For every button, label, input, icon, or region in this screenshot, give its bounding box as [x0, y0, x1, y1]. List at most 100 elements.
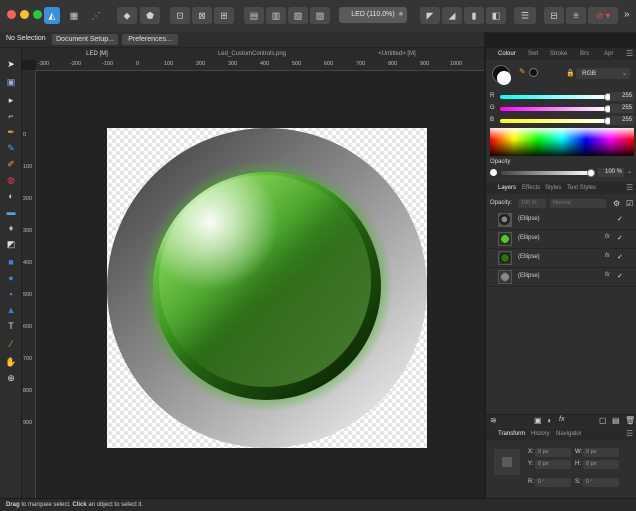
w-field[interactable]: 0 px	[583, 448, 619, 457]
x-field[interactable]: 0 px	[535, 448, 571, 457]
tab-effects[interactable]: Effects	[522, 185, 540, 191]
export-persona-icon[interactable]: ⋰	[88, 7, 104, 24]
tab-colour[interactable]: Colour	[498, 51, 516, 57]
fx-icon[interactable]: fx	[605, 234, 610, 240]
tab-layers[interactable]: Layers	[498, 185, 516, 191]
tab-appearance[interactable]: Apr	[604, 51, 613, 57]
place-image-tool-icon[interactable]: ▬	[5, 206, 17, 218]
opacity-slider-knob[interactable]	[587, 169, 595, 177]
layer-visibility-check[interactable]: ✓	[617, 234, 623, 242]
blend-mode-select[interactable]: Normal	[550, 199, 606, 208]
panel-menu-icon[interactable]: ☰	[626, 49, 633, 58]
artboard-tool-icon[interactable]: ▣	[5, 76, 17, 88]
hand-tool-icon[interactable]: ✋	[5, 356, 17, 368]
colour-spectrum[interactable]	[490, 128, 634, 156]
triangle-tool-icon[interactable]: ▲	[5, 304, 17, 316]
delete-layer-icon[interactable]: 🗑	[625, 416, 635, 425]
document-icon[interactable]: ◆	[117, 7, 137, 24]
panel-menu-icon[interactable]: ☰	[626, 183, 633, 192]
anchor-point-selector[interactable]	[494, 449, 520, 475]
tab-navigator[interactable]: Navigator	[556, 431, 582, 437]
tab-stroke[interactable]: Stroke	[550, 51, 567, 57]
layer-visibility-check[interactable]: ✓	[617, 253, 623, 261]
snapping-icon[interactable]: ⊟	[544, 7, 564, 24]
led-artwork[interactable]	[36, 71, 484, 498]
brush-tool-icon[interactable]: ✐	[5, 158, 17, 170]
grid-icon[interactable]: ≡	[566, 7, 586, 24]
y-field[interactable]: 0 px	[535, 460, 571, 469]
zoom-window-button[interactable]	[33, 10, 42, 19]
green-slider[interactable]	[500, 105, 612, 113]
ellipse-tool-icon[interactable]: ●	[5, 272, 17, 284]
align-left-icon[interactable]: ◤	[420, 7, 440, 24]
group-icon[interactable]: ▤	[612, 416, 620, 425]
fx-icon[interactable]: fx	[605, 253, 610, 259]
panel-menu-icon[interactable]: ☰	[626, 429, 633, 438]
preferences-icon[interactable]: ⬟	[140, 7, 160, 24]
tab-brushes[interactable]: Brs	[580, 51, 589, 57]
star-icon[interactable]: ★	[398, 7, 404, 23]
node-tool-icon[interactable]: ▸	[5, 94, 17, 106]
h-field[interactable]: 0 px	[583, 460, 619, 469]
fx-icon[interactable]: fx	[605, 272, 610, 278]
magnet-icon[interactable]: ⊘ ▾	[588, 7, 618, 24]
tab-swatches[interactable]: Swt	[528, 51, 538, 57]
canvas-area[interactable]	[36, 71, 484, 498]
move-back-icon[interactable]: ▥	[266, 7, 286, 24]
layer-visibility-check[interactable]: ✓	[617, 215, 623, 223]
opacity-value[interactable]: 100 %	[598, 168, 624, 177]
layer-opacity-field[interactable]: 100 %	[518, 199, 546, 208]
blue-slider[interactable]	[500, 117, 612, 125]
blue-value[interactable]: 255	[610, 116, 634, 125]
transparency-tool-icon[interactable]: ◐	[5, 190, 17, 202]
tab-history[interactable]: History	[531, 431, 550, 437]
fx-button-icon[interactable]: fx	[559, 416, 564, 423]
tab-led-custom-controls[interactable]: Led_CustomControls.png	[207, 48, 297, 60]
transform-objects-icon[interactable]: ⊠	[192, 7, 212, 24]
layer-visibility-check[interactable]: ✓	[617, 272, 623, 280]
text-tool-icon[interactable]: T	[5, 320, 17, 332]
pixel-persona-icon[interactable]: ▦	[66, 7, 82, 24]
visibility-check-icon[interactable]: ☑	[626, 199, 633, 208]
distribute-icon[interactable]: ▨	[310, 7, 330, 24]
red-slider[interactable]	[500, 93, 612, 101]
app-logo-icon[interactable]: ◭	[44, 7, 60, 24]
mask-icon[interactable]: ▣	[534, 416, 542, 425]
vector-crop-tool-icon[interactable]: ♦	[5, 222, 17, 234]
corner-tool-icon[interactable]: ⌐	[5, 110, 17, 122]
lock-icon[interactable]: 🔒	[566, 69, 575, 77]
rectangle-tool-icon[interactable]: ■	[5, 256, 17, 268]
eyedropper-icon[interactable]: ✎	[519, 67, 526, 76]
transform-icon[interactable]: ⊡	[170, 7, 190, 24]
fill-tool-icon[interactable]: ◍	[5, 174, 17, 186]
menu-icon[interactable]: ☰	[514, 7, 536, 24]
preferences-button[interactable]: Preferences...	[122, 34, 178, 45]
arrange-icon[interactable]: ▤	[244, 7, 264, 24]
more-icon[interactable]: »	[624, 9, 630, 20]
close-window-button[interactable]	[7, 10, 16, 19]
rounded-rect-tool-icon[interactable]: ▪	[5, 288, 17, 300]
crop-icon[interactable]: ⊞	[214, 7, 234, 24]
move-front-icon[interactable]: ▧	[288, 7, 308, 24]
fill-color-well[interactable]	[497, 71, 511, 85]
colour-model-select[interactable]: RGB ⌄	[576, 68, 630, 79]
chevron-down-icon[interactable]: ⌄	[627, 168, 632, 175]
zoom-tool-icon[interactable]: ⊕	[5, 372, 17, 384]
pen-tool-icon[interactable]: ✒	[5, 126, 17, 138]
rotation-field[interactable]: 0 °	[535, 478, 571, 487]
layer-row[interactable]: (Ellipse) fx ✓	[486, 268, 636, 287]
align-center-icon[interactable]: ◢	[442, 7, 462, 24]
red-value[interactable]: 255	[610, 92, 634, 101]
settings-gear-icon[interactable]: ⚙	[613, 199, 620, 208]
tab-untitled[interactable]: <Untitled> [M]	[367, 48, 427, 60]
color-picker-tool-icon[interactable]: ⁄	[5, 338, 17, 350]
add-layer-icon[interactable]: ▢	[599, 416, 607, 425]
layer-row[interactable]: (Ellipse) fx ✓	[486, 249, 636, 268]
document-setup-button[interactable]: Document Setup...	[52, 34, 118, 45]
adjustment-icon[interactable]: ◑	[546, 416, 551, 425]
align-top-icon[interactable]: ◧	[486, 7, 506, 24]
picked-color-swatch[interactable]	[529, 68, 538, 77]
opacity-slider[interactable]	[501, 169, 595, 177]
layer-row[interactable]: (Ellipse) ✓	[486, 211, 636, 230]
minimize-window-button[interactable]	[20, 10, 29, 19]
